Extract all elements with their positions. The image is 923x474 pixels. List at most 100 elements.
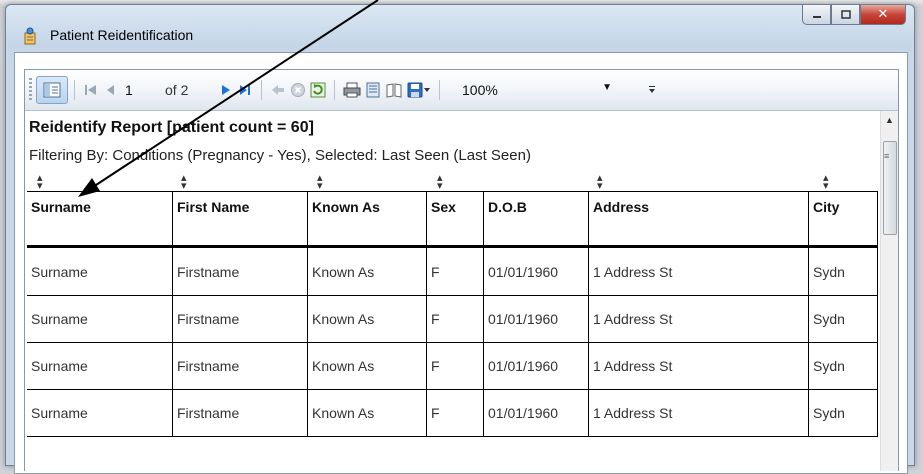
cell-first-name: Firstname [172,246,308,296]
cell-surname: Surname [27,246,173,296]
minimize-icon [812,15,821,18]
app-icon [24,27,36,45]
title-bar[interactable]: Patient Reidentification ✕ [6,5,914,55]
refresh-button[interactable] [310,77,326,103]
table-row: Surname Firstname Known As F 01/01/1960 … [27,246,878,296]
caption-buttons: ✕ [802,5,906,25]
cell-known-as: Known As [307,246,427,296]
cell-dob: 01/01/1960 [483,246,589,296]
next-page-button[interactable] [219,77,233,103]
save-disk-icon [407,82,423,98]
cell-address: 1 Address St [588,389,809,437]
export-button[interactable] [407,77,431,103]
scrollbar-grip-icon: ≡ [884,151,890,161]
cell-sex: F [426,295,484,343]
toolbar-separator [261,80,262,100]
zoom-value: 100% [462,82,498,98]
sort-first-name-icon[interactable]: ▴ ▾ [181,172,187,191]
toolbar-grip[interactable] [29,78,32,102]
cell-city: Sydn [808,389,878,437]
table-row: Surname Firstname Known As F 01/01/1960 … [27,389,878,437]
chevron-down-icon: ▼ [602,82,612,93]
back-button[interactable] [270,77,286,103]
vertical-scrollbar[interactable]: ▲ ≡ [880,111,898,471]
close-button[interactable]: ✕ [860,5,906,25]
first-page-icon [85,85,96,95]
cell-sex: F [426,342,484,390]
minimize-button[interactable] [802,5,831,25]
cell-city: Sydn [808,342,878,390]
page-setup-button[interactable] [385,77,403,103]
document-map-icon [43,82,61,98]
cell-dob: 01/01/1960 [483,389,589,437]
cell-address: 1 Address St [588,246,809,296]
back-arrow-icon [272,85,284,95]
sort-sex-icon[interactable]: ▴ ▾ [437,172,443,191]
cell-address: 1 Address St [588,295,809,343]
stop-icon [291,83,305,97]
report-window: Patient Reidentification ✕ 1 of 2 100% ▼… [5,4,915,474]
window-title: Patient Reidentification [50,27,194,43]
close-icon: ✕ [877,7,889,22]
column-header-dob: D.O.B [483,191,589,248]
cell-first-name: Firstname [172,342,308,390]
sort-city-icon[interactable]: ▴ ▾ [823,172,829,191]
cell-dob: 01/01/1960 [483,342,589,390]
print-button[interactable] [343,77,361,103]
cell-address: 1 Address St [588,342,809,390]
cell-known-as: Known As [307,389,427,437]
report-filter-text: Filtering By: Conditions (Pregnancy - Ye… [29,147,531,164]
previous-page-icon [107,85,114,95]
cell-city: Sydn [808,295,878,343]
page-number-input[interactable]: 1 [119,82,165,98]
report-viewer: 1 of 2 100% ▼ Reidentify Report [patient… [24,69,899,471]
cell-known-as: Known As [307,295,427,343]
zoom-select[interactable]: 100% ▼ [446,82,612,98]
overflow-chevron-icon [649,86,655,93]
previous-page-button[interactable] [103,77,117,103]
column-header-city: City [808,191,878,248]
cell-sex: F [426,246,484,296]
column-header-known-as: Known As [307,191,427,248]
cell-known-as: Known As [307,342,427,390]
first-page-button[interactable] [83,77,99,103]
table-row: Surname Firstname Known As F 01/01/1960 … [27,295,878,343]
cell-dob: 01/01/1960 [483,295,589,343]
sort-known-as-icon[interactable]: ▴ ▾ [317,172,323,191]
report-table: Surname First Name Known As Sex D.O.B Ad… [27,191,878,437]
report-toolbar: 1 of 2 100% ▼ [25,70,898,111]
toolbar-separator [334,80,335,100]
next-page-icon [222,85,230,95]
column-header-address: Address [588,191,809,248]
chevron-down-icon [424,88,430,92]
maximize-icon [840,9,851,19]
stop-button[interactable] [290,77,306,103]
sort-address-icon[interactable]: ▴ ▾ [597,172,603,191]
cell-surname: Surname [27,295,173,343]
printer-icon [343,82,361,98]
last-page-button[interactable] [237,77,253,103]
toolbar-separator [439,80,440,100]
page-setup-icon [386,83,402,98]
table-header-row: Surname First Name Known As Sex D.O.B Ad… [27,191,878,248]
cell-surname: Surname [27,389,173,437]
sort-surname-icon[interactable]: ▴ ▾ [37,172,43,191]
toolbar-separator [74,80,75,100]
report-title: Reidentify Report [patient count = 60] [29,119,314,136]
cell-first-name: Firstname [172,389,308,437]
refresh-icon [310,82,326,98]
column-header-first-name: First Name [172,191,308,248]
scroll-up-icon[interactable]: ▲ [885,115,894,125]
cell-first-name: Firstname [172,295,308,343]
maximize-button[interactable] [831,5,860,25]
toolbar-overflow-button[interactable] [648,77,656,103]
document-map-toggle-button[interactable] [36,76,68,104]
report-content[interactable]: Reidentify Report [patient count = 60] F… [25,111,880,471]
page-count-label: of 2 [165,82,189,98]
column-header-surname: Surname [27,191,173,248]
print-layout-button[interactable] [365,77,381,103]
cell-city: Sydn [808,246,878,296]
table-row: Surname Firstname Known As F 01/01/1960 … [27,342,878,390]
cell-surname: Surname [27,342,173,390]
cell-sex: F [426,389,484,437]
